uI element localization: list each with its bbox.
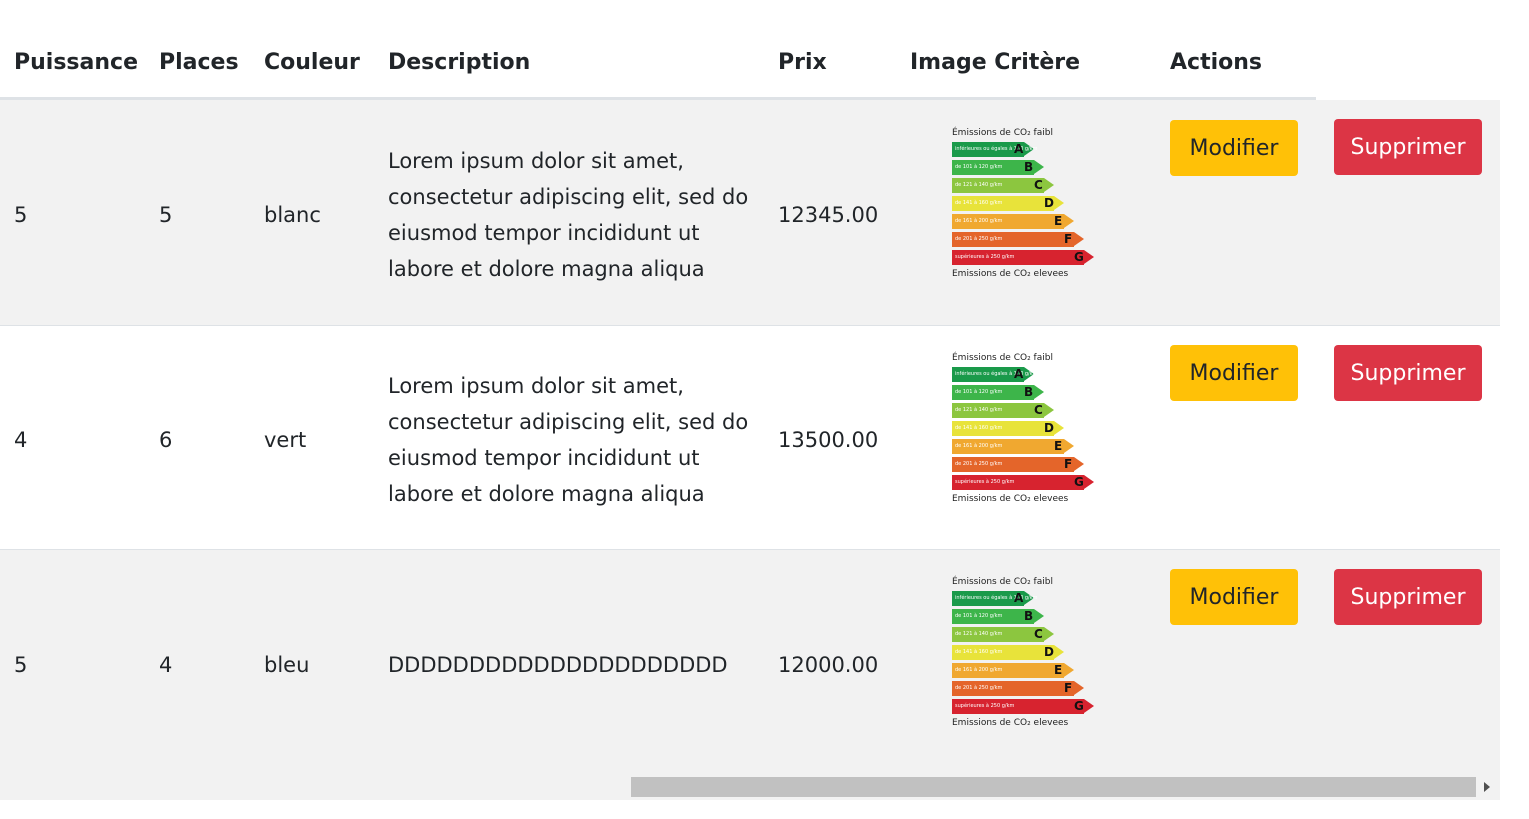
cell-couleur: bleu [264, 653, 310, 677]
energy-band-c: de 121 à 140 g/km C [952, 178, 1102, 193]
energy-band-c: de 121 à 140 g/km C [952, 403, 1102, 418]
energy-band-f: de 201 à 250 g/km F [952, 232, 1102, 247]
energy-band-b: de 101 à 120 g/km B [952, 385, 1102, 400]
vehicles-table: Puissance Places Couleur Description Pri… [0, 0, 1500, 800]
supprimer-button[interactable]: Supprimer [1334, 345, 1482, 401]
energy-band-d: de 141 à 160 g/km D [952, 645, 1102, 660]
energy-band-a: inférieures ou égales à 100 g/km A [952, 367, 1102, 382]
cell-description: DDDDDDDDDDDDDDDDDDDDD [388, 653, 728, 677]
cell-puissance: 5 [14, 203, 28, 227]
cell-couleur: blanc [264, 203, 321, 227]
cell-places: 4 [159, 653, 173, 677]
modifier-button[interactable]: Modifier [1170, 345, 1298, 401]
cell-prix: 12000.00 [778, 653, 879, 677]
header-description: Description [388, 50, 531, 75]
cell-prix: 13500.00 [778, 428, 879, 452]
cell-description: Lorem ipsum dolor sit amet, consectetur … [388, 374, 749, 506]
cell-prix: 12345.00 [778, 203, 879, 227]
energy-label-bottom-caption: Emissions de CO₂ elevees [952, 269, 1069, 279]
modifier-button[interactable]: Modifier [1170, 120, 1298, 176]
co2-energy-label-image: Émissions de CO₂ faibl inférieures ou éga… [952, 352, 1102, 505]
cell-puissance: 4 [14, 428, 28, 452]
cell-places: 5 [159, 203, 173, 227]
energy-band-e: de 161 à 200 g/km E [952, 214, 1102, 229]
header-actions: Actions [1170, 50, 1262, 75]
energy-band-d: de 141 à 160 g/km D [952, 196, 1102, 211]
energy-label-bottom-caption: Emissions de CO₂ elevees [952, 494, 1069, 504]
table-row: 4 6 vert Lorem ipsum dolor sit amet, con… [0, 326, 1500, 550]
cell-places: 6 [159, 428, 173, 452]
header-couleur: Couleur [264, 50, 360, 75]
energy-band-e: de 161 à 200 g/km E [952, 663, 1102, 678]
energy-label-top-caption: Émissions de CO₂ faibl [952, 577, 1053, 587]
cell-puissance: 5 [14, 653, 28, 677]
energy-label-top-caption: Émissions de CO₂ faibl [952, 353, 1053, 363]
header-prix: Prix [778, 50, 827, 75]
energy-band-b: de 101 à 120 g/km B [952, 160, 1102, 175]
horizontal-scrollbar[interactable] [0, 776, 1500, 798]
energy-label-top-caption: Émissions de CO₂ faibl [952, 128, 1053, 138]
scrollbar-thumb[interactable] [631, 777, 1476, 797]
header-places: Places [159, 50, 239, 75]
header-puissance: Puissance [14, 50, 138, 75]
energy-band-a: inférieures ou égales à 100 g/km A [952, 591, 1102, 606]
scroll-right-arrow-icon[interactable] [1484, 782, 1490, 792]
co2-energy-label-image: Émissions de CO₂ faibl inférieures ou éga… [952, 127, 1102, 280]
energy-band-f: de 201 à 250 g/km F [952, 681, 1102, 696]
energy-band-a: inférieures ou égales à 100 g/km A [952, 142, 1102, 157]
co2-energy-label-image: Émissions de CO₂ faibl inférieures ou éga… [952, 576, 1102, 729]
energy-band-b: de 101 à 120 g/km B [952, 609, 1102, 624]
cell-couleur: vert [264, 428, 307, 452]
energy-band-d: de 141 à 160 g/km D [952, 421, 1102, 436]
table-header: Puissance Places Couleur Description Pri… [0, 0, 1316, 100]
header-image-critere: Image Critère [910, 50, 1081, 75]
cell-description: Lorem ipsum dolor sit amet, consectetur … [388, 149, 749, 281]
modifier-button[interactable]: Modifier [1170, 569, 1298, 625]
energy-label-bottom-caption: Emissions de CO₂ elevees [952, 718, 1069, 728]
energy-band-f: de 201 à 250 g/km F [952, 457, 1102, 472]
energy-band-g: supérieures à 250 g/km G [952, 699, 1102, 714]
energy-band-g: supérieures à 250 g/km G [952, 250, 1102, 265]
table-row: 5 5 blanc Lorem ipsum dolor sit amet, co… [0, 100, 1500, 326]
table-row: 5 4 bleu DDDDDDDDDDDDDDDDDDDDD 12000.00 … [0, 550, 1500, 800]
energy-band-e: de 161 à 200 g/km E [952, 439, 1102, 454]
supprimer-button[interactable]: Supprimer [1334, 569, 1482, 625]
supprimer-button[interactable]: Supprimer [1334, 119, 1482, 175]
energy-band-c: de 121 à 140 g/km C [952, 627, 1102, 642]
energy-band-g: supérieures à 250 g/km G [952, 475, 1102, 490]
